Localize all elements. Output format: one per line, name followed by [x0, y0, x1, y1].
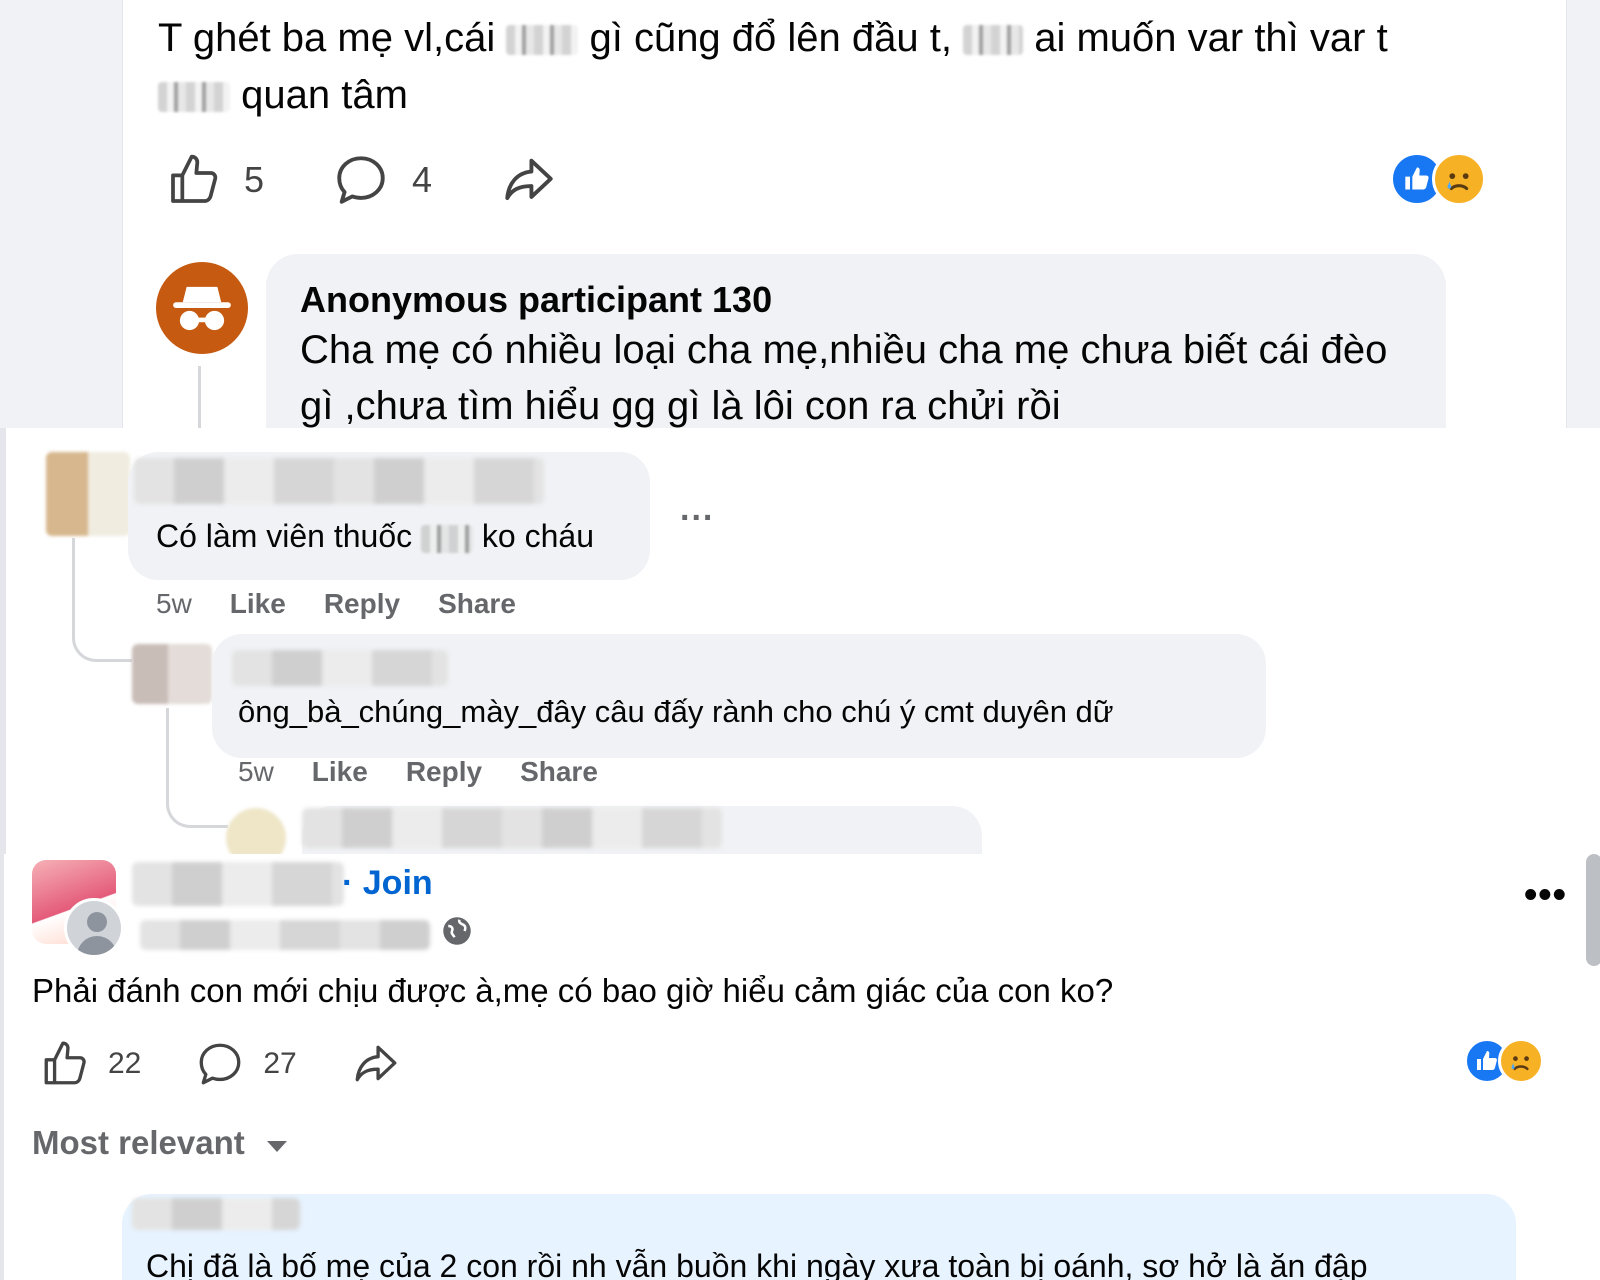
- like-count: 5: [244, 159, 265, 200]
- post-action-bar: 5 4: [166, 150, 626, 210]
- comment-bubble-icon: [337, 156, 385, 204]
- comment-text: Có làm viên thuốc ko cháu: [156, 518, 594, 554]
- post-text: T ghét ba mẹ vl,cái gì cũng đổ lên đầu t…: [158, 10, 1528, 124]
- comment-bubble-icon: [199, 1043, 241, 1085]
- reaction-summary[interactable]: [1464, 1038, 1544, 1084]
- post-card-second: · Join ••• Phải đánh con mới chịu được à…: [0, 854, 1600, 1280]
- commenter-name-redacted: [134, 458, 544, 504]
- more-options-icon[interactable]: •••: [1524, 874, 1567, 917]
- reply-connector: [72, 538, 132, 662]
- commenter-name-redacted: [302, 808, 722, 848]
- comment-text: ông_bà_chúng_mày_đây câu đấy rành cho ch…: [238, 694, 1114, 729]
- like-count: 22: [108, 1047, 142, 1080]
- commenter-name[interactable]: Anonymous participant 130: [300, 278, 1412, 322]
- join-button[interactable]: · Join: [342, 864, 433, 903]
- caret-down-icon: [266, 1140, 287, 1152]
- redacted-word: [158, 82, 230, 113]
- avatar[interactable]: [46, 452, 130, 536]
- comment-meta: 5w Like Reply Share: [238, 756, 636, 788]
- sad-reaction-icon: [1498, 1038, 1544, 1084]
- more-options-icon[interactable]: ...: [680, 490, 714, 529]
- share-link[interactable]: Share: [520, 756, 598, 788]
- share-button[interactable]: [351, 1039, 401, 1089]
- anonymous-avatar[interactable]: [156, 262, 248, 354]
- post-text-part-c: ai muốn var thì var t: [1034, 16, 1388, 60]
- reply-link[interactable]: Reply: [406, 756, 482, 788]
- commenter-name-redacted[interactable]: [132, 1198, 300, 1230]
- post-text: Phải đánh con mới chịu được à,mẹ có bao …: [32, 972, 1114, 1009]
- thread-line: [198, 366, 201, 428]
- like-button[interactable]: 5: [166, 152, 264, 208]
- post-card-top: T ghét ba mẹ vl,cái gì cũng đổ lên đầu t…: [0, 0, 1600, 428]
- share-arrow-icon: [505, 158, 553, 201]
- user-avatar-icon[interactable]: [64, 898, 124, 958]
- sort-label: Most relevant: [32, 1124, 245, 1161]
- like-button[interactable]: 22: [40, 1039, 141, 1089]
- share-button[interactable]: [500, 151, 558, 209]
- post-action-bar: 22 27: [40, 1036, 455, 1092]
- comment-text: Chị đã là bố mẹ của 2 con rồi nh vẫn buồ…: [146, 1248, 1368, 1280]
- comment-button[interactable]: 27: [195, 1039, 297, 1089]
- avatar[interactable]: [226, 808, 286, 854]
- thumbs-up-icon: [44, 1041, 86, 1085]
- sad-reaction-icon: [1432, 152, 1486, 206]
- commenter-name-redacted: [232, 650, 448, 686]
- comment-bubble: Anonymous participant 130 Cha mẹ có nhiề…: [266, 254, 1446, 428]
- comment-count: 4: [412, 159, 433, 200]
- post-text-part-a: T ghét ba mẹ vl,cái: [158, 16, 496, 60]
- reaction-summary[interactable]: [1390, 152, 1486, 206]
- share-link[interactable]: Share: [438, 588, 516, 620]
- group-name-redacted[interactable]: [132, 862, 344, 906]
- post-text-part-b: gì cũng đổ lên đầu t,: [589, 16, 952, 60]
- thumbs-up-icon: [171, 154, 218, 203]
- comment-thread: Có làm viên thuốc ko cháu ... 5w Like Re…: [0, 428, 1600, 854]
- redacted-word: [506, 25, 579, 56]
- post-text-part-d: quan tâm: [241, 73, 408, 117]
- comment-count: 27: [263, 1047, 297, 1080]
- like-link[interactable]: Like: [312, 756, 368, 788]
- redacted-word: [963, 25, 1024, 56]
- comment-time: 5w: [238, 756, 274, 787]
- comment-meta: 5w Like Reply Share: [156, 588, 554, 620]
- comment-button[interactable]: 4: [332, 151, 432, 209]
- globe-icon: [443, 917, 471, 945]
- reply-link[interactable]: Reply: [324, 588, 400, 620]
- redacted-word: [421, 524, 474, 553]
- avatar[interactable]: [132, 644, 212, 704]
- share-arrow-icon: [355, 1045, 397, 1082]
- incognito-icon: [173, 286, 231, 331]
- post-meta-redacted: [140, 920, 430, 950]
- sort-dropdown[interactable]: Most relevant: [32, 1124, 287, 1162]
- comment-text: Cha mẹ có nhiều loại cha mẹ,nhiều cha mẹ…: [300, 328, 1388, 428]
- like-link[interactable]: Like: [230, 588, 286, 620]
- comment-time: 5w: [156, 588, 192, 619]
- scrollbar[interactable]: [1586, 854, 1600, 966]
